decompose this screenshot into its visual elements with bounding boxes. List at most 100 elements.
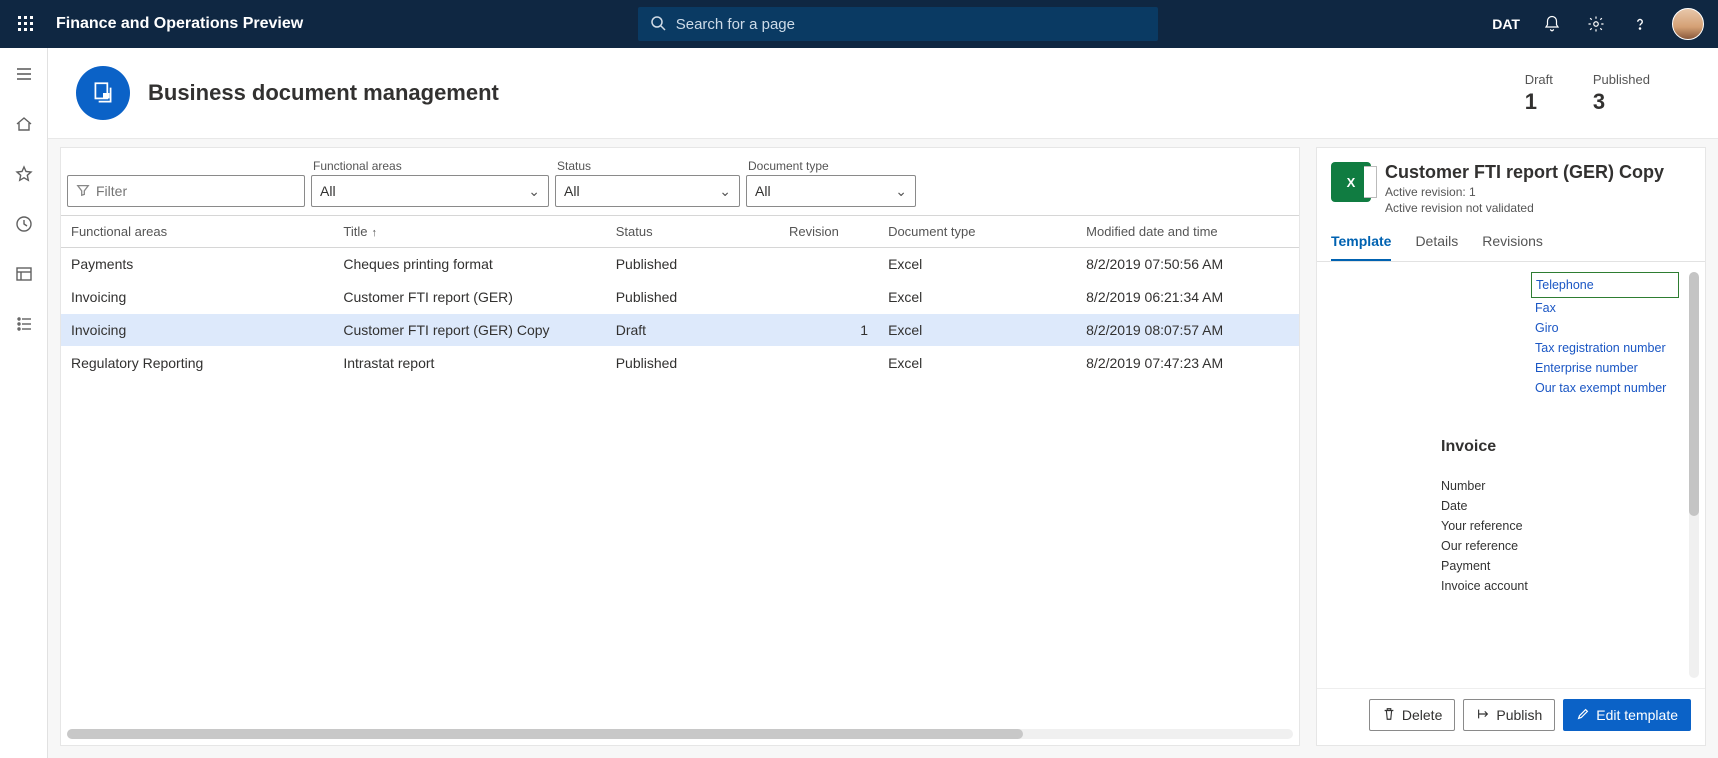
doctype-filter-value: All (755, 183, 771, 199)
top-navbar: Finance and Operations Preview DAT (0, 0, 1718, 48)
details-active-revision: Active revision: 1 (1385, 185, 1664, 199)
cell-modified: 8/2/2019 07:50:56 AM (1076, 248, 1299, 281)
tab-revisions[interactable]: Revisions (1482, 233, 1543, 261)
col-functional-areas[interactable]: Functional areas (61, 216, 333, 248)
template-field: Our reference (1441, 536, 1679, 556)
nav-recent-clock-icon[interactable] (8, 208, 40, 240)
cell-status: Published (606, 347, 779, 380)
company-code[interactable]: DAT (1492, 16, 1520, 32)
delete-button[interactable]: Delete (1369, 699, 1455, 731)
document-details-panel: X Customer FTI report (GER) Copy Active … (1316, 147, 1706, 746)
sort-ascending-icon: ↑ (371, 227, 377, 239)
template-field: Payment (1441, 556, 1679, 576)
table-row[interactable]: InvoicingCustomer FTI report (GER) CopyD… (61, 314, 1299, 347)
template-field: Number (1441, 476, 1679, 496)
template-field: Giro (1535, 318, 1679, 338)
template-field: Our tax exempt number (1535, 378, 1679, 398)
chevron-down-icon: ⌄ (895, 183, 907, 200)
template-field: Invoice account (1441, 576, 1679, 596)
stat-published-value: 3 (1593, 89, 1650, 115)
grid-filter-input[interactable] (67, 175, 305, 207)
cell-doctype: Excel (878, 314, 1076, 347)
page-header: Business document management Draft 1 Pub… (48, 48, 1718, 138)
nav-workspaces-icon[interactable] (8, 258, 40, 290)
search-icon (650, 15, 666, 34)
user-avatar[interactable] (1672, 8, 1704, 40)
status-filter-label: Status (555, 159, 740, 173)
cell-status: Published (606, 248, 779, 281)
cell-fa: Invoicing (61, 314, 333, 347)
cell-fa: Regulatory Reporting (61, 347, 333, 380)
cell-title: Customer FTI report (GER) Copy (333, 314, 605, 347)
nav-modules-icon[interactable] (8, 308, 40, 340)
notifications-bell-icon[interactable] (1540, 12, 1564, 36)
details-tabs: Template Details Revisions (1317, 221, 1705, 262)
details-validation-status: Active revision not validated (1385, 201, 1664, 215)
left-nav-rail (0, 48, 48, 758)
functional-areas-select[interactable]: All ⌄ (311, 175, 549, 207)
vertical-scrollbar[interactable] (1689, 272, 1699, 678)
settings-gear-icon[interactable] (1584, 12, 1608, 36)
app-launcher-waffle-icon[interactable] (14, 12, 38, 36)
tab-template[interactable]: Template (1331, 233, 1391, 261)
cell-revision (779, 281, 878, 314)
template-field: Fax (1535, 298, 1679, 318)
cell-title: Customer FTI report (GER) (333, 281, 605, 314)
col-revision[interactable]: Revision (779, 216, 878, 248)
global-search[interactable] (638, 7, 1158, 41)
trash-icon (1382, 707, 1396, 724)
edit-pencil-icon (1576, 707, 1590, 724)
template-field: Tax registration number (1535, 338, 1679, 358)
col-doctype[interactable]: Document type (878, 216, 1076, 248)
col-status[interactable]: Status (606, 216, 779, 248)
cell-revision (779, 347, 878, 380)
cell-doctype: Excel (878, 281, 1076, 314)
status-filter-select[interactable]: All ⌄ (555, 175, 740, 207)
cell-modified: 8/2/2019 07:47:23 AM (1076, 347, 1299, 380)
functional-areas-label: Functional areas (311, 159, 549, 173)
col-title[interactable]: Title↑ (333, 216, 605, 248)
template-preview: Telephone FaxGiroTax registration number… (1331, 270, 1703, 680)
app-suite-title: Finance and Operations Preview (56, 15, 303, 33)
chevron-down-icon: ⌄ (528, 183, 540, 200)
stat-published-label: Published (1593, 72, 1650, 87)
horizontal-scrollbar[interactable] (67, 729, 1293, 739)
template-field: Enterprise number (1535, 358, 1679, 378)
global-search-input[interactable] (676, 16, 1146, 33)
template-field: Date (1441, 496, 1679, 516)
nav-favorites-star-icon[interactable] (8, 158, 40, 190)
documents-list-panel: Functional areas All ⌄ Status All ⌄ (60, 147, 1300, 746)
cell-revision: 1 (779, 314, 878, 347)
table-row[interactable]: InvoicingCustomer FTI report (GER)Publis… (61, 281, 1299, 314)
cell-status: Draft (606, 314, 779, 347)
help-question-icon[interactable] (1628, 12, 1652, 36)
cell-doctype: Excel (878, 347, 1076, 380)
template-field: Telephone (1536, 275, 1674, 295)
cell-modified: 8/2/2019 06:21:34 AM (1076, 281, 1299, 314)
doctype-filter-select[interactable]: All ⌄ (746, 175, 916, 207)
template-link-fields: FaxGiroTax registration numberEnterprise… (1331, 298, 1679, 398)
col-modified[interactable]: Modified date and time (1076, 216, 1299, 248)
status-filter-value: All (564, 183, 580, 199)
publish-button[interactable]: Publish (1463, 699, 1555, 731)
template-field: Your reference (1441, 516, 1679, 536)
functional-areas-value: All (320, 183, 336, 199)
cell-revision (779, 248, 878, 281)
nav-home-icon[interactable] (8, 108, 40, 140)
publish-icon (1476, 707, 1490, 724)
edit-template-button[interactable]: Edit template (1563, 699, 1691, 731)
documents-grid: Functional areas Title↑ Status Revision … (61, 215, 1299, 727)
stat-draft-label: Draft (1525, 72, 1553, 87)
doctype-filter-label: Document type (746, 159, 916, 173)
table-row[interactable]: PaymentsCheques printing formatPublished… (61, 248, 1299, 281)
cell-fa: Payments (61, 248, 333, 281)
template-invoice-heading: Invoice (1441, 438, 1679, 456)
chevron-down-icon: ⌄ (719, 183, 731, 200)
stat-draft: Draft 1 (1525, 72, 1553, 115)
cell-title: Intrastat report (333, 347, 605, 380)
tab-details[interactable]: Details (1415, 233, 1458, 261)
table-row[interactable]: Regulatory ReportingIntrastat reportPubl… (61, 347, 1299, 380)
nav-hamburger-icon[interactable] (8, 58, 40, 90)
grid-filter-textbox[interactable] (96, 183, 296, 199)
stat-published: Published 3 (1593, 72, 1650, 115)
